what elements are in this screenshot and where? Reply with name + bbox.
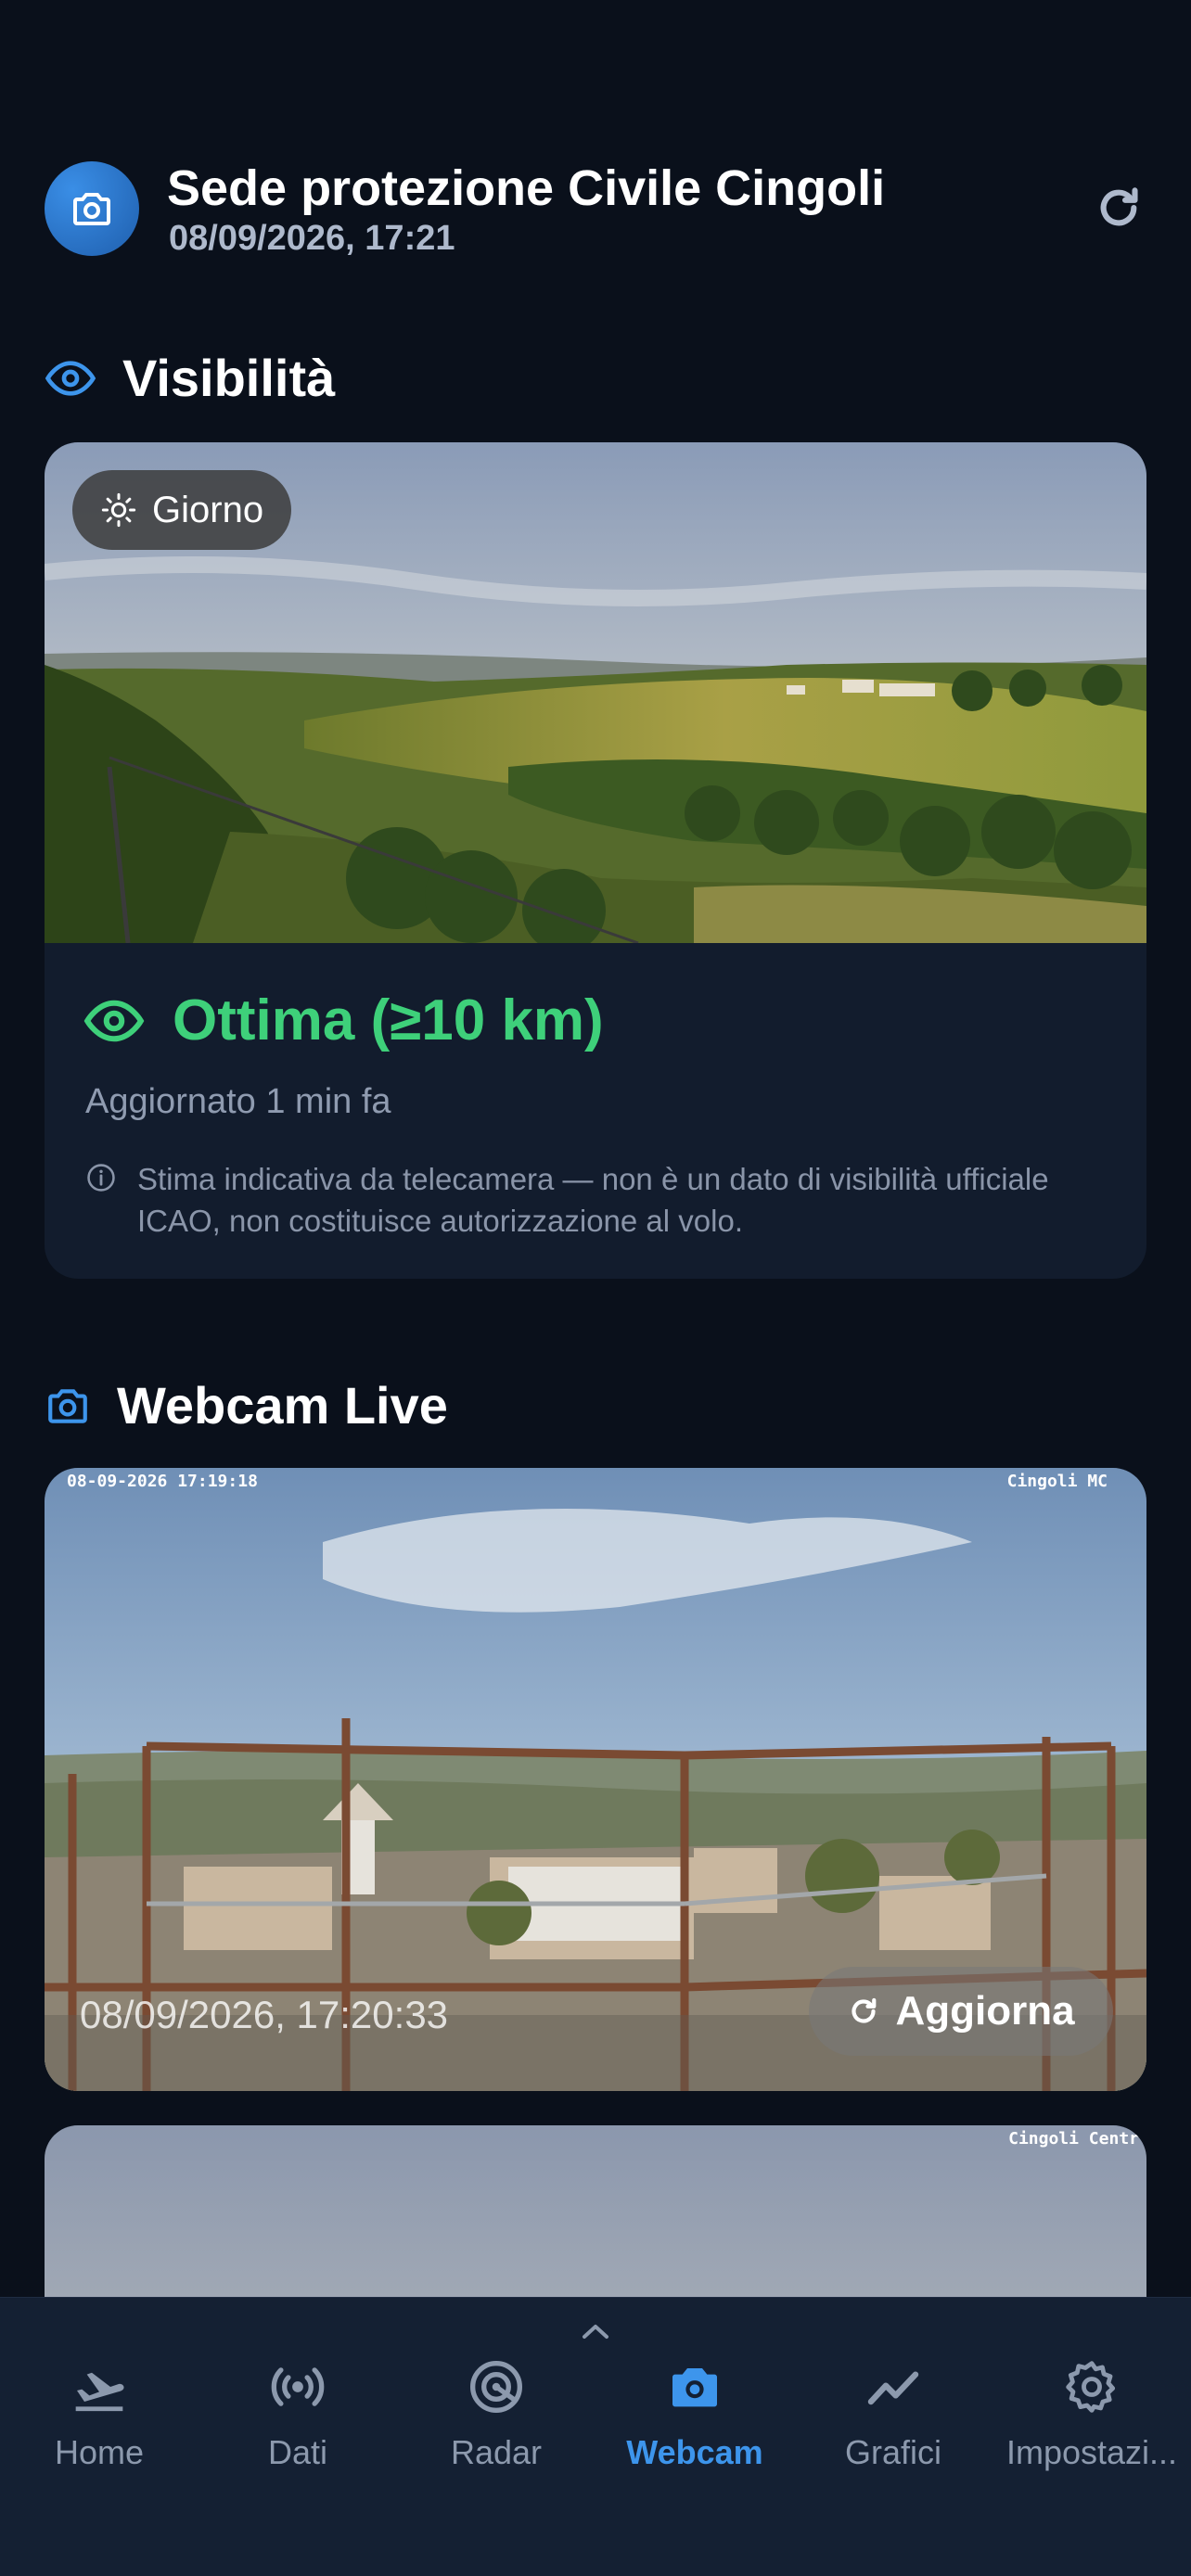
webcam-timestamp: 08/09/2026, 17:20:33 [80,1993,449,2036]
bottom-navigation: Home Dati Radar Webcam Grafici Impostazi… [0,2297,1191,2576]
webcam-overlay-location-2: Cingoli Centr [1008,2129,1139,2149]
nav-item-grafici[interactable]: Grafici [794,2357,992,2496]
visibility-section-title: Visibilità [122,349,336,407]
nav-expand-handle[interactable] [577,2316,614,2344]
webcam-section-title: Webcam Live [117,1376,448,1435]
station-name: Sede protezione Civile Cingoli [167,160,886,216]
nav-item-label: Home [54,2433,145,2471]
webcam-refresh-label: Aggiorna [895,1988,1075,2034]
webcam-overlay-timestamp: 08-09-2026 17:19:18 [67,1472,258,1491]
station-avatar [45,161,139,256]
eye-icon [83,1000,145,1041]
chevron-up-icon [583,2325,608,2339]
nav-item-dati[interactable]: Dati [198,2357,397,2496]
refresh-button[interactable] [1089,178,1148,237]
nav-item-webcam[interactable]: Webcam [596,2357,794,2496]
visibility-updated: Aggiornato 1 min fa [85,1082,391,1121]
nav-item-impostazioni[interactable]: Impostazi... [992,2357,1191,2496]
webcam-section-header: Webcam Live [45,1375,448,1435]
visibility-disclaimer-text: Stima indicativa da telecamera — non è u… [137,1162,1049,1238]
webcam-refresh-button[interactable]: Aggiorna [809,1967,1113,2056]
sun-icon [101,492,136,528]
nav-item-home[interactable]: Home [0,2357,198,2496]
visibility-status: Ottima (≥10 km) [83,988,604,1053]
refresh-icon [1100,187,1138,226]
station-header: Sede protezione Civile Cingoli 08/09/202… [45,159,1148,258]
nav-item-label: Webcam [626,2433,763,2471]
station-datetime: 08/09/2026, 17:21 [169,219,455,258]
nav-item-label: Dati [267,2433,328,2471]
nav-item-label: Radar [450,2433,543,2471]
broadcast-icon [271,2367,325,2406]
webcam-card[interactable]: 08-09-2026 17:19:18 Cingoli MC 08/09/202… [45,1468,1146,2091]
refresh-icon [852,1997,877,2023]
airplane-icon [75,2372,124,2412]
nav-item-radar[interactable]: Radar [397,2357,596,2496]
eye-icon [45,360,96,396]
nav-item-label: Grafici [844,2433,941,2471]
camera-icon [672,2368,717,2407]
camera-icon [48,1388,87,1423]
visibility-disclaimer: Stima indicativa da telecamera — non è u… [85,1158,1115,1242]
camera-icon [73,193,110,225]
visibility-card: Giorno Ottima (≥10 km) Aggiornato 1 min … [45,442,1146,1279]
visibility-status-text: Ottima (≥10 km) [173,988,604,1052]
info-icon [87,1164,115,1192]
chart-line-icon [867,2371,919,2405]
visibility-section-header: Visibilità [45,348,335,408]
daylight-badge-label: Giorno [152,489,264,530]
daylight-badge: Giorno [72,470,292,550]
radar-icon [470,2361,522,2413]
gear-icon [1066,2361,1116,2413]
webcam-overlay-location: Cingoli MC [1006,1472,1108,1491]
nav-item-label: Impostazi... [1005,2433,1178,2471]
